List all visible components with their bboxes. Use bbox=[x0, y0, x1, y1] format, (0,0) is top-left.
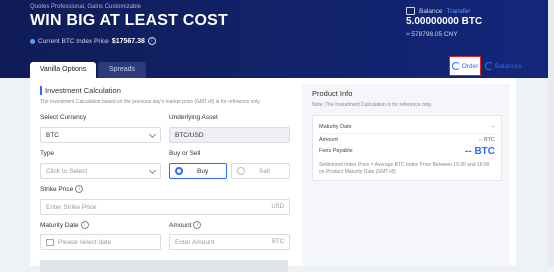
fees-row: Fees Payable -- BTC bbox=[319, 146, 495, 157]
radio-icon bbox=[237, 167, 245, 175]
balance-row: Balance Transfer bbox=[406, 7, 470, 15]
amount-row-label: Amount bbox=[319, 137, 338, 143]
order-icon bbox=[451, 62, 460, 70]
calculate-button[interactable] bbox=[40, 260, 288, 272]
maturity-row-label: Maturity Date bbox=[319, 124, 352, 130]
amount-row: Amount -- BTC bbox=[319, 137, 495, 143]
type-select[interactable]: Click to Select bbox=[40, 163, 161, 179]
maturity-placeholder: Please select date bbox=[58, 238, 112, 246]
order-label: Order bbox=[461, 62, 479, 70]
sell-label: Sell bbox=[259, 167, 270, 175]
status-dot-icon bbox=[30, 38, 35, 44]
tab-spreads[interactable]: Spreads bbox=[98, 62, 146, 78]
strike-price-input[interactable]: Enter Strike Price USD bbox=[40, 199, 290, 215]
strike-label-text: Strike Price bbox=[40, 185, 74, 193]
strike-label: Strike Price i bbox=[40, 185, 84, 193]
divider bbox=[319, 133, 495, 134]
fees-row-value: -- BTC bbox=[465, 146, 495, 157]
amount-placeholder: Enter Amount bbox=[175, 238, 215, 246]
side-label: Buy or Sell bbox=[169, 150, 201, 157]
radio-selected-icon bbox=[175, 167, 183, 175]
strike-unit: USD bbox=[271, 204, 284, 210]
calc-note: The Investment Calculation based on the … bbox=[40, 99, 261, 105]
balances-link[interactable]: Balances bbox=[485, 62, 522, 70]
order-button[interactable]: Order bbox=[449, 56, 481, 76]
btc-index-row: Current BTC Index Price $17567.38 i bbox=[30, 37, 156, 45]
chevron-down-icon bbox=[148, 166, 157, 174]
chevron-down-icon bbox=[148, 130, 157, 138]
strike-placeholder: Enter Strike Price bbox=[46, 203, 97, 211]
section-title: Investment Calculation bbox=[40, 86, 290, 95]
maturity-label: Maturity Date i bbox=[40, 221, 89, 229]
fees-row-label: Fees Payable bbox=[319, 148, 353, 154]
balance-label: Balance bbox=[419, 7, 443, 15]
index-label: Current BTC Index Price bbox=[38, 37, 109, 45]
info-icon[interactable]: i bbox=[75, 185, 84, 193]
scrollbar[interactable] bbox=[548, 0, 554, 266]
currency-value: BTC bbox=[46, 131, 59, 139]
sell-option[interactable]: Sell bbox=[231, 163, 290, 179]
top-links: Order Balances bbox=[449, 56, 522, 76]
option-tabs: Vanilla Options Spreads bbox=[30, 62, 146, 78]
amount-unit: BTC bbox=[272, 239, 284, 245]
currency-select[interactable]: BTC bbox=[40, 127, 161, 143]
balances-icon bbox=[485, 62, 493, 70]
settlement-note: Settlement Index Price = Average BTC Ind… bbox=[319, 162, 490, 175]
balance-cny: ≈ 578798.05 CNY bbox=[406, 31, 458, 38]
transfer-link[interactable]: Transfer bbox=[447, 8, 471, 15]
amount-label: Amount i bbox=[169, 221, 202, 229]
buy-label: Buy bbox=[197, 167, 209, 175]
tagline: Quotes Professional, Gains Customizable bbox=[30, 4, 142, 10]
maturity-date-input[interactable]: Please select date bbox=[40, 234, 161, 250]
maturity-row: Maturity Date -- bbox=[319, 124, 495, 130]
product-info-note: Note: The Investment Calculation is for … bbox=[312, 102, 433, 108]
maturity-row-value: -- bbox=[491, 124, 495, 130]
investment-calculation: Investment Calculation The Investment Ca… bbox=[40, 86, 290, 105]
info-icon[interactable]: i bbox=[193, 221, 202, 229]
wallet-icon bbox=[406, 7, 415, 15]
info-icon[interactable]: i bbox=[80, 221, 89, 229]
balances-label: Balances bbox=[495, 62, 522, 70]
product-info-title: Product Info bbox=[312, 89, 353, 98]
currency-label: Select Currency bbox=[40, 114, 87, 121]
asset-value: BTC/USD bbox=[175, 131, 204, 139]
balance-btc: 5.00000000 BTC bbox=[406, 16, 483, 27]
index-value: $17567.38 bbox=[111, 37, 145, 45]
product-info-panel: Product Info Note: The Investment Calcul… bbox=[302, 84, 510, 266]
maturity-label-text: Maturity Date bbox=[40, 221, 79, 229]
page-title: WIN BIG AT LEAST COST bbox=[30, 12, 228, 29]
product-info-card: Maturity Date -- Amount -- BTC Fees Paya… bbox=[312, 115, 502, 181]
main-panel: Investment Calculation The Investment Ca… bbox=[30, 78, 516, 266]
amount-row-value: -- BTC bbox=[478, 137, 495, 143]
asset-label: Underlying Asset bbox=[169, 114, 218, 121]
tab-vanilla-options[interactable]: Vanilla Options bbox=[30, 62, 96, 78]
calendar-icon bbox=[46, 238, 54, 246]
amount-input[interactable]: Enter Amount BTC bbox=[169, 234, 290, 250]
type-label: Type bbox=[40, 150, 55, 157]
info-icon[interactable]: i bbox=[147, 37, 156, 45]
type-placeholder: Click to Select bbox=[46, 167, 88, 175]
buy-option[interactable]: Buy bbox=[169, 163, 227, 179]
asset-field: BTC/USD bbox=[169, 127, 290, 143]
amount-label-text: Amount bbox=[169, 221, 192, 229]
